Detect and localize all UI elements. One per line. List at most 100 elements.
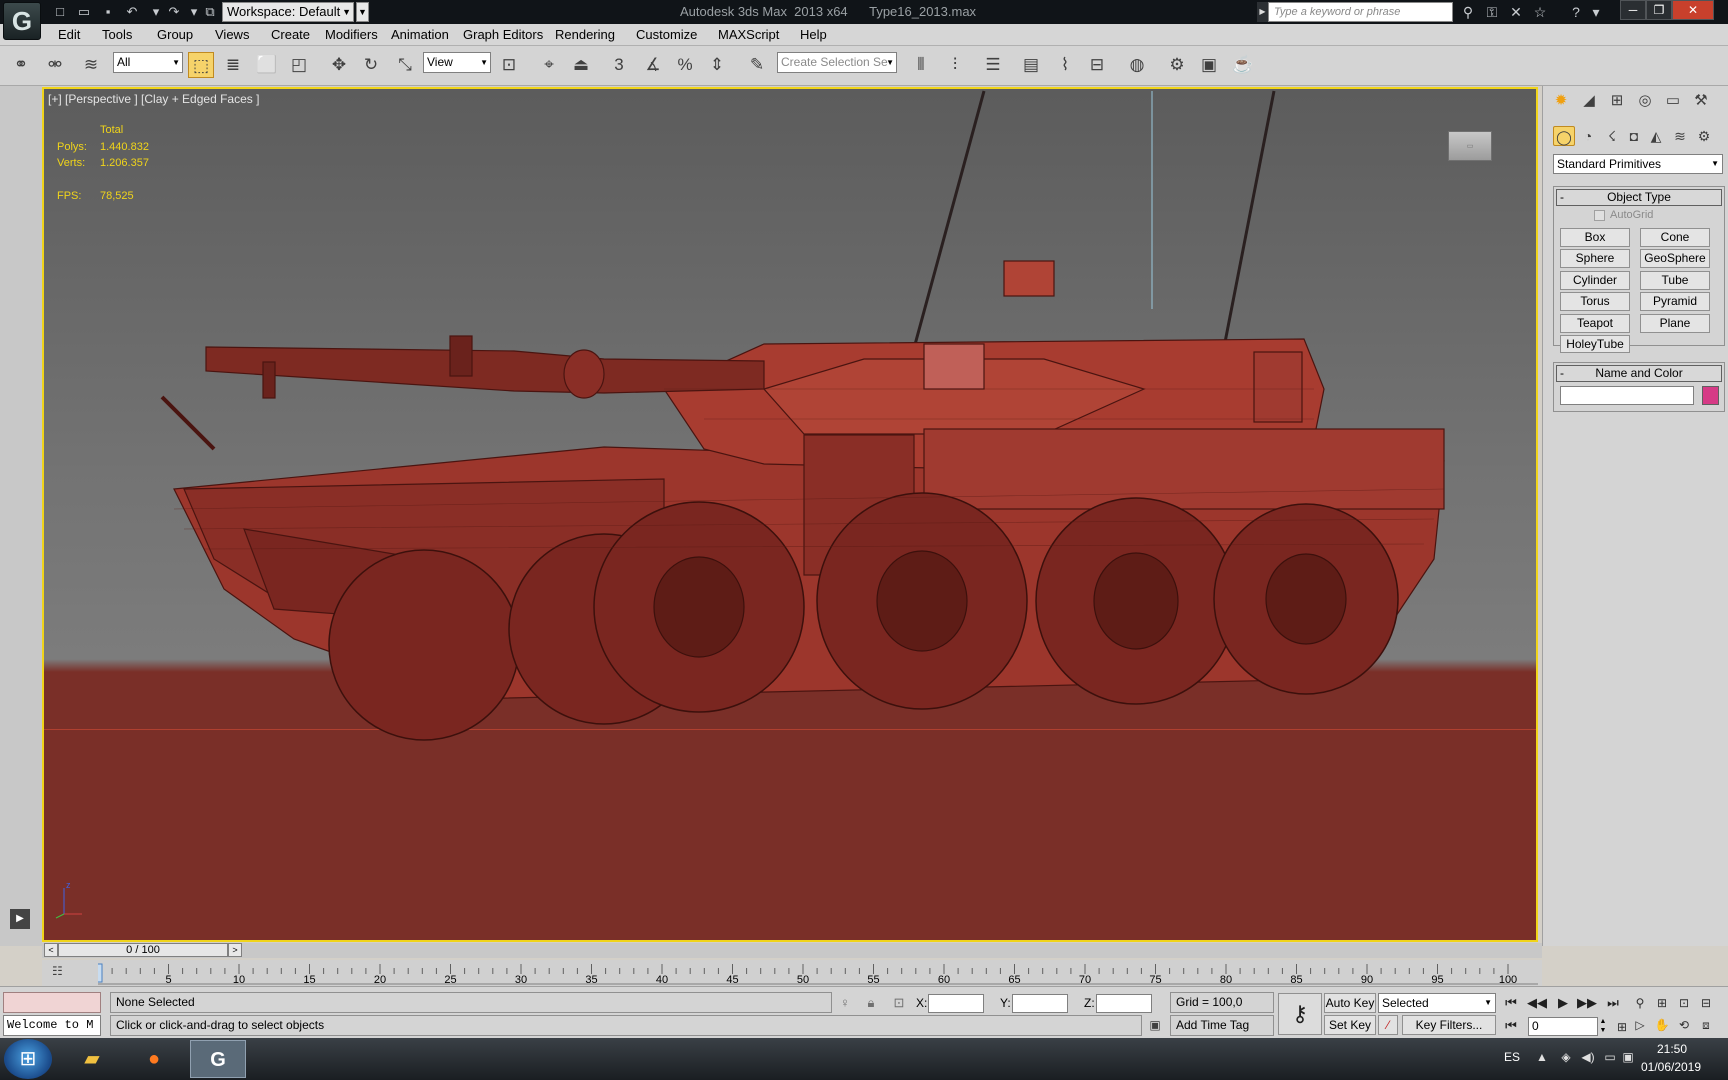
snaps-toggle-icon[interactable]: 3 [606,52,632,78]
rotate-icon[interactable]: ↻ [358,52,384,78]
menu-help[interactable]: Help [800,27,827,42]
cylinder-button[interactable]: Cylinder [1560,271,1630,290]
render-production-icon[interactable]: ☕ [1230,52,1256,78]
space-warps-icon[interactable]: ≋ [1669,126,1691,146]
reference-coordinate-dropdown[interactable]: View ▼ [423,52,491,73]
lights-icon[interactable]: ☇ [1601,126,1623,146]
favorites-star-icon[interactable]: ☆ [1530,3,1550,21]
help-dropdown-icon[interactable]: ▾ [1586,3,1606,21]
zoom-extents-all-icon[interactable]: ⊟ [1696,993,1716,1013]
menu-modifiers[interactable]: Modifiers [325,27,378,42]
menu-maxscript[interactable]: MAXScript [718,27,779,42]
perspective-viewport[interactable]: [+] [Perspective ] [Clay + Edged Faces ]… [42,87,1538,942]
play-icon[interactable]: ▶ [1552,994,1574,1012]
frame-spinner-icon[interactable]: ▲ ▼ [1598,1017,1608,1036]
unlink-icon[interactable]: ⚮ [42,52,68,78]
menu-tools[interactable]: Tools [102,27,132,42]
file-explorer-icon[interactable]: ▰ [64,1040,120,1078]
name-and-color-header[interactable]: - Name and Color [1556,365,1722,382]
systems-icon[interactable]: ⚙ [1693,126,1715,146]
window-crossing-icon[interactable]: ◰ [286,52,312,78]
select-and-link-icon[interactable]: ⚭ [8,52,34,78]
angle-snap-icon[interactable]: ∡ [640,52,666,78]
motion-tab-icon[interactable]: ◎ [1633,90,1657,112]
select-object-icon[interactable]: ⬚ [188,52,214,78]
set-keys-key-icon[interactable]: ⚷ [1278,993,1322,1035]
go-to-end-icon[interactable]: ⏭ [1602,994,1624,1012]
close-button[interactable]: ✕ [1672,0,1714,20]
rectangular-selection-icon[interactable]: ⬜ [254,52,280,78]
align-icon[interactable]: ⫶ [942,52,968,78]
redo-icon[interactable]: ↷ [164,3,184,21]
show-hidden-icons-icon[interactable]: ▲ [1534,1050,1550,1066]
select-by-name-icon[interactable]: ≣ [220,52,246,78]
undo-icon[interactable]: ↶ [122,3,142,21]
rendered-frame-window-icon[interactable]: ▣ [1196,52,1222,78]
go-to-start-icon[interactable]: ⏮ [1500,994,1522,1012]
geosphere-button[interactable]: GeoSphere [1640,249,1710,268]
project-folder-icon[interactable]: ⧉ [200,3,220,21]
create-tab-icon[interactable]: ✹ [1549,90,1573,112]
schematic-view-icon[interactable]: ⊟ [1084,52,1110,78]
previous-key-icon[interactable]: ◀◀ [1526,994,1548,1012]
absolute-relative-transform-icon[interactable]: ⊡ [890,994,908,1012]
cameras-icon[interactable]: ◘ [1623,126,1645,146]
menu-animation[interactable]: Animation [391,27,449,42]
move-icon[interactable]: ✥ [326,52,352,78]
current-frame-field[interactable]: 0 [1528,1017,1598,1036]
modify-tab-icon[interactable]: ◢ [1577,90,1601,112]
network-icon[interactable]: ◈ [1558,1050,1574,1066]
key-selection-dropdown[interactable]: Selected ▼ [1378,993,1496,1013]
binoculars-icon[interactable]: ⚲ [1458,3,1478,21]
input-language[interactable]: ES [1504,1050,1520,1064]
display-tab-icon[interactable]: ▭ [1661,90,1685,112]
open-mini-curve-editor-icon[interactable]: ☷ [52,964,72,980]
maxscript-mini-listener-output[interactable] [3,992,101,1013]
new-file-icon[interactable]: □ [50,3,70,21]
edit-named-selection-icon[interactable]: ✎ [744,52,770,78]
3dsmax-taskbar-icon[interactable]: G [190,1040,246,1078]
tank-model[interactable] [44,89,1536,940]
next-frame-icon[interactable]: > [228,943,242,957]
helpers-icon[interactable]: ◭ [1645,126,1667,146]
percent-snap-icon[interactable]: % [672,52,698,78]
menu-views[interactable]: Views [215,27,249,42]
pivot-center-icon[interactable]: ⊡ [496,52,522,78]
z-coordinate-field[interactable] [1096,994,1152,1013]
undo-dropdown-icon[interactable]: ▾ [146,3,166,21]
menu-rendering[interactable]: Rendering [555,27,615,42]
windows-start-icon[interactable]: ⊞ [4,1039,52,1079]
save-icon[interactable]: ▪ [98,3,118,21]
utilities-tab-icon[interactable]: ⚒ [1689,90,1713,112]
add-time-tag-button[interactable]: Add Time Tag [1170,1015,1274,1036]
object-color-swatch[interactable] [1702,386,1719,405]
open-file-icon[interactable]: ▭ [74,3,94,21]
object-name-field[interactable] [1560,386,1694,405]
default-tangents-icon[interactable]: ⁄ [1378,1015,1398,1035]
material-editor-icon[interactable]: ◍ [1124,52,1150,78]
x-coordinate-field[interactable] [928,994,984,1013]
clock-date[interactable]: 01/06/2019 [1634,1060,1708,1074]
graphite-ribbon-icon[interactable]: ▤ [1018,52,1044,78]
set-key-button[interactable]: Set Key [1324,1015,1376,1035]
tube-button[interactable]: Tube [1640,271,1710,290]
quick-access-customize-icon[interactable]: ▼ [356,2,369,22]
object-type-header[interactable]: - Object Type [1556,189,1722,206]
help-icon[interactable]: ? [1566,3,1586,21]
sphere-button[interactable]: Sphere [1560,249,1630,268]
hierarchy-tab-icon[interactable]: ⊞ [1605,90,1629,112]
previous-frame-icon[interactable]: < [44,943,58,957]
time-slider[interactable]: < 0 / 100 > [42,943,1542,958]
shapes-icon[interactable]: ◔ [1577,126,1599,146]
maxscript-listener-toggle-icon[interactable]: ▶ [10,909,30,929]
time-configuration-icon[interactable]: ⊞ [1612,1017,1632,1037]
communication-center-icon[interactable]: ✕ [1506,3,1526,21]
y-coordinate-field[interactable] [1012,994,1068,1013]
maximize-button[interactable]: ❐ [1646,0,1672,20]
menu-graph-editors[interactable]: Graph Editors [463,27,543,42]
time-slider-thumb[interactable]: 0 / 100 [58,943,228,957]
bind-space-warp-icon[interactable]: ≋ [78,52,104,78]
maxscript-mini-listener-input[interactable]: Welcome to M [3,1015,101,1036]
search-expand-icon[interactable]: ▶ [1257,2,1268,22]
key-filters-button[interactable]: Key Filters... [1402,1015,1496,1035]
